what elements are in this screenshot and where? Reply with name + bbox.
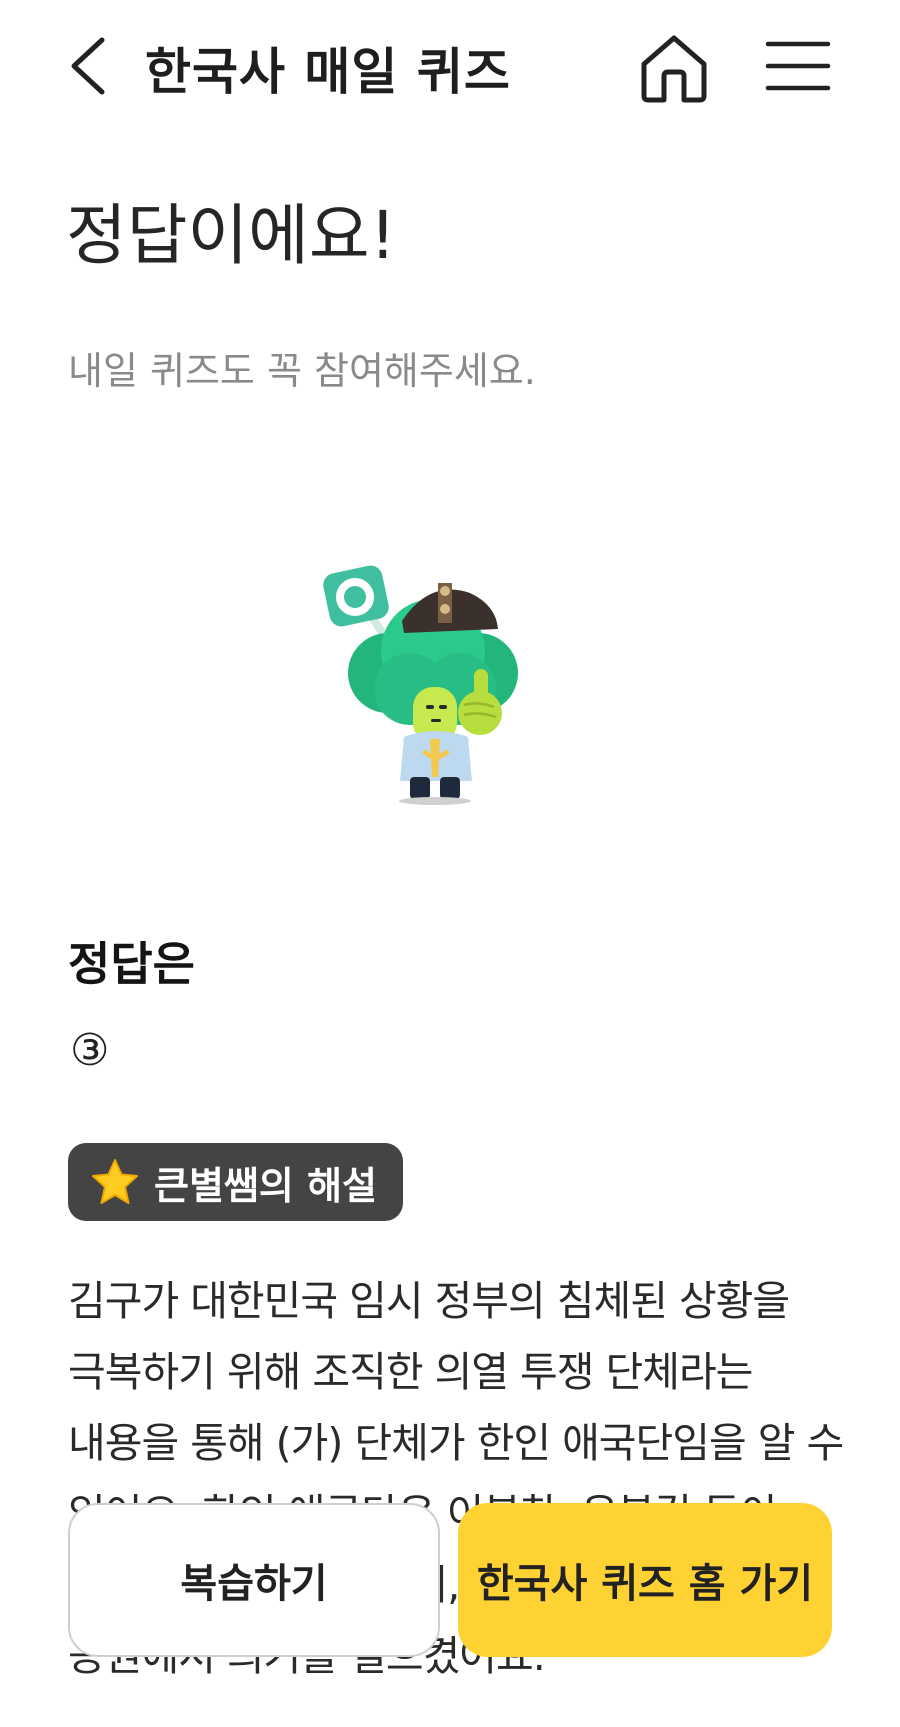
menu-button[interactable]: [764, 36, 832, 96]
explanation-badge-label: 큰별쌤의 해설: [154, 1163, 377, 1208]
home-button[interactable]: [636, 30, 712, 104]
page-title: 한국사 매일 퀴즈: [145, 43, 511, 101]
result-title: 정답이에요!: [66, 197, 397, 274]
review-button[interactable]: 복습하기: [68, 1503, 440, 1657]
top-bar: 한국사 매일 퀴즈: [0, 0, 900, 140]
chevron-left-icon: [71, 37, 105, 95]
star-icon: [92, 1159, 138, 1204]
result-subtitle: 내일 퀴즈도 꼭 참여해주세요.: [68, 349, 536, 393]
mascot-illustration: [318, 555, 548, 805]
quiz-home-button[interactable]: 한국사 퀴즈 홈 가기: [458, 1503, 832, 1657]
answer-label: 정답은: [68, 937, 195, 991]
hamburger-menu-icon: [765, 41, 831, 91]
back-button[interactable]: [62, 34, 114, 98]
explanation-badge: 큰별쌤의 해설: [68, 1143, 403, 1221]
home-icon: [641, 35, 707, 103]
answer-value: ③: [70, 1025, 110, 1076]
